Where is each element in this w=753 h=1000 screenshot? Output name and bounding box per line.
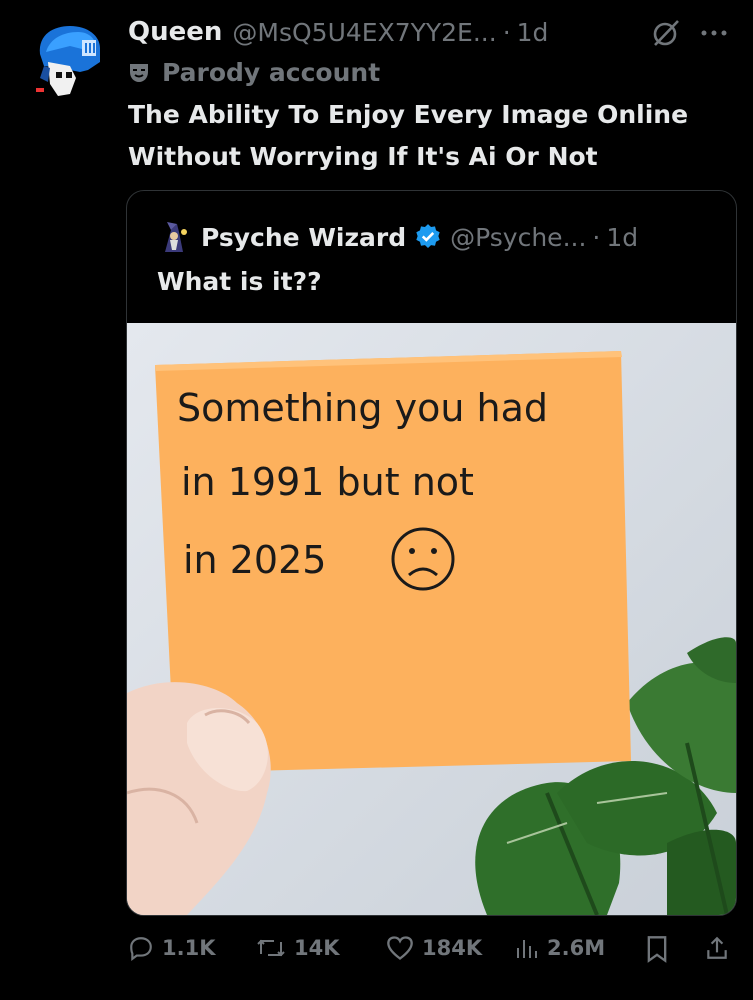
parody-label: Parody account (128, 56, 380, 88)
parody-text: Parody account (162, 57, 381, 87)
share-icon[interactable] (704, 934, 730, 962)
reply-count: 1.1K (162, 936, 216, 960)
parody-mask-icon (130, 64, 148, 82)
tweet-text-line: Without Worrying If It's Ai Or Not (128, 142, 598, 171)
separator-dot: · (592, 222, 601, 252)
note-line-1: Something you had (177, 386, 548, 430)
tweet-text: The Ability To Enjoy Every Image Online … (128, 94, 738, 178)
more-icon[interactable] (699, 20, 729, 46)
avatar[interactable] (30, 22, 104, 98)
quoted-photo[interactable]: Something you had in 1991 but not in 202… (127, 323, 736, 915)
note-line-3: in 2025 (183, 538, 326, 582)
like-count: 184K (422, 936, 483, 960)
tweet-text-line: The Ability To Enjoy Every Image Online (128, 100, 689, 129)
repost-count: 14K (294, 936, 340, 960)
verified-badge-icon (416, 224, 440, 248)
views-button[interactable]: 2.6M (515, 928, 605, 968)
bookmark-icon[interactable] (645, 935, 669, 963)
action-bar: 1.1K 14K 184K 2.6M (0, 928, 753, 968)
reply-icon (130, 937, 152, 961)
grok-icon[interactable] (651, 18, 681, 48)
tweet-header: Queen @MsQ5U4EX7YY2E... · 1d (128, 12, 733, 52)
quoted-avatar[interactable] (157, 220, 191, 254)
author-name[interactable]: Queen (128, 17, 222, 47)
quoted-author-handle[interactable]: @Psyche... (450, 223, 586, 252)
like-button[interactable]: 184K (386, 928, 482, 968)
quoted-text: What is it?? (157, 267, 322, 296)
tweet-time[interactable]: 1d (517, 18, 549, 47)
quoted-author-name[interactable]: Psyche Wizard (201, 223, 406, 252)
repost-icon (257, 939, 285, 957)
repost-button[interactable]: 14K (256, 928, 340, 968)
views-count: 2.6M (547, 936, 606, 960)
quoted-tweet[interactable]: Psyche Wizard @Psyche... · 1d What is it… (126, 190, 737, 916)
author-handle[interactable]: @MsQ5U4EX7YY2E... (232, 18, 496, 47)
like-icon (387, 936, 413, 960)
reply-button[interactable]: 1.1K (128, 928, 215, 968)
quoted-header: Psyche Wizard @Psyche... · 1d (157, 217, 638, 257)
views-icon (517, 940, 537, 958)
separator-dot: · (502, 17, 511, 47)
note-line-2: in 1991 but not (181, 460, 474, 504)
quoted-time[interactable]: 1d (606, 223, 638, 252)
